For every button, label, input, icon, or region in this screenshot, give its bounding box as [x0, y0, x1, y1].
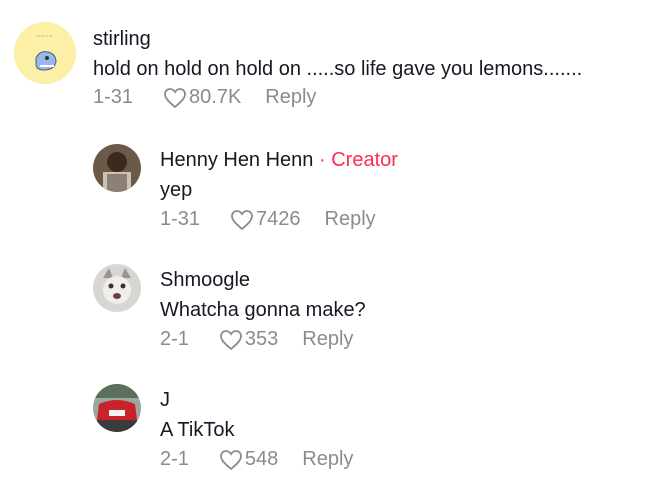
like-count: 353	[244, 328, 279, 350]
like-count: 548	[244, 448, 279, 470]
comment-date: 2-1	[160, 328, 189, 350]
comment-stirling: ~~~~ stirling hold on hold on hold on ..…	[0, 0, 655, 120]
username[interactable]: Henny Hen Henn · Creator	[160, 149, 398, 172]
reply-j: J A TikTok 2-1 548 Reply	[93, 384, 653, 484]
comment-date: 1-31	[93, 86, 134, 108]
avatar[interactable]	[93, 384, 141, 432]
comment-text: hold on hold on hold on .....so life gav…	[93, 58, 583, 80]
reply-button[interactable]: Reply	[325, 208, 376, 231]
like-count: 80.7K	[189, 86, 242, 108]
comment-meta: 1-31 7426 Reply	[160, 208, 376, 231]
like-button[interactable]: 80.7K	[163, 86, 241, 109]
creator-badge: · Creator	[319, 149, 398, 171]
avatar-drawing	[93, 144, 141, 192]
comment-meta: 2-1 548 Reply	[160, 448, 353, 471]
avatar[interactable]: ~~~~	[14, 22, 76, 84]
avatar-drawing	[93, 264, 141, 312]
username[interactable]: stirling	[93, 28, 151, 51]
heart-outline-icon	[220, 449, 242, 470]
avatar[interactable]	[93, 264, 141, 312]
username-text[interactable]: Henny Hen Henn	[160, 149, 313, 171]
username[interactable]: Shmoogle	[160, 269, 250, 292]
avatar[interactable]	[93, 144, 141, 192]
like-button[interactable]: 548	[219, 448, 278, 471]
reply-button[interactable]: Reply	[302, 328, 353, 351]
avatar-drawing	[93, 384, 141, 432]
username[interactable]: J	[160, 389, 170, 412]
comment-meta: 1-31 80.7K Reply	[93, 86, 316, 109]
like-count: 7426	[256, 208, 301, 230]
comment-text: yep	[160, 179, 193, 201]
reply-shmoogle: Shmoogle Whatcha gonna make? 2-1 353 Rep…	[93, 264, 653, 364]
reply-henny: Henny Hen Henn · Creator yep 1-31 7426 R…	[93, 144, 653, 244]
reply-button[interactable]: Reply	[265, 86, 316, 109]
comment-text: A TikTok	[160, 419, 235, 441]
svg-text:~~~~: ~~~~	[36, 34, 53, 40]
like-button[interactable]: 353	[219, 328, 278, 351]
like-button[interactable]: 7426	[230, 208, 301, 231]
comment-text: Whatcha gonna make?	[160, 299, 366, 321]
comment-meta: 2-1 353 Reply	[160, 328, 353, 351]
avatar-drawing: ~~~~	[14, 22, 76, 84]
heart-outline-icon	[164, 87, 186, 108]
heart-outline-icon	[220, 329, 242, 350]
heart-outline-icon	[231, 209, 253, 230]
reply-button[interactable]: Reply	[302, 448, 353, 471]
comment-date: 1-31	[160, 208, 201, 230]
comment-date: 2-1	[160, 448, 189, 470]
